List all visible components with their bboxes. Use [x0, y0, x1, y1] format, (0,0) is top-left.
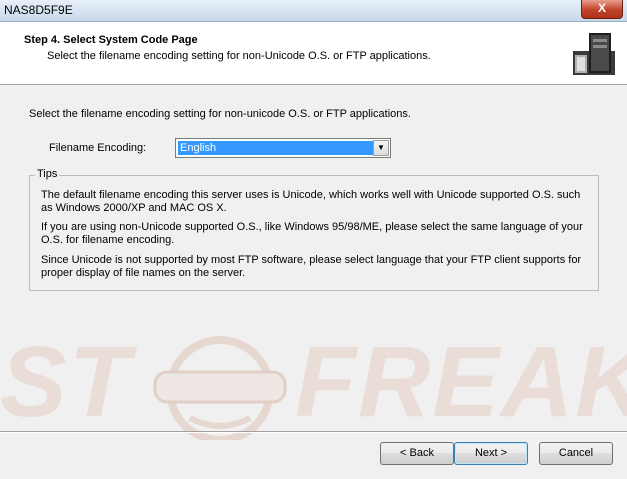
tip-unicode-default: The default filename encoding this serve…: [41, 189, 581, 214]
intro-text: Select the filename encoding setting for…: [29, 108, 411, 120]
nas-server-icon: [573, 33, 615, 75]
close-button[interactable]: X: [581, 0, 623, 19]
filename-encoding-select[interactable]: English ▼: [175, 138, 391, 158]
tips-legend: Tips: [35, 168, 60, 180]
tip-ftp-software: Since Unicode is not supported by most F…: [41, 254, 582, 279]
step-subtitle: Select the filename encoding setting for…: [47, 50, 431, 62]
title-bar: NAS8D5F9E X: [0, 0, 627, 22]
wizard-content: Select the filename encoding setting for…: [0, 85, 627, 431]
filename-encoding-label: Filename Encoding:: [49, 142, 147, 154]
cancel-button[interactable]: Cancel: [539, 442, 613, 465]
chevron-down-icon[interactable]: ▼: [373, 140, 389, 156]
back-button[interactable]: < Back: [380, 442, 454, 465]
tips-group: Tips The default filename encoding this …: [29, 168, 599, 291]
wizard-header: Step 4. Select System Code Page Select t…: [0, 22, 627, 85]
footer-divider: [0, 431, 627, 433]
step-title: Step 4. Select System Code Page: [24, 34, 198, 46]
next-button[interactable]: Next >: [454, 442, 528, 465]
filename-encoding-value: English: [177, 140, 374, 156]
tip-non-unicode-os: If you are using non-Unicode supported O…: [41, 221, 583, 246]
window-title: NAS8D5F9E: [4, 3, 73, 17]
